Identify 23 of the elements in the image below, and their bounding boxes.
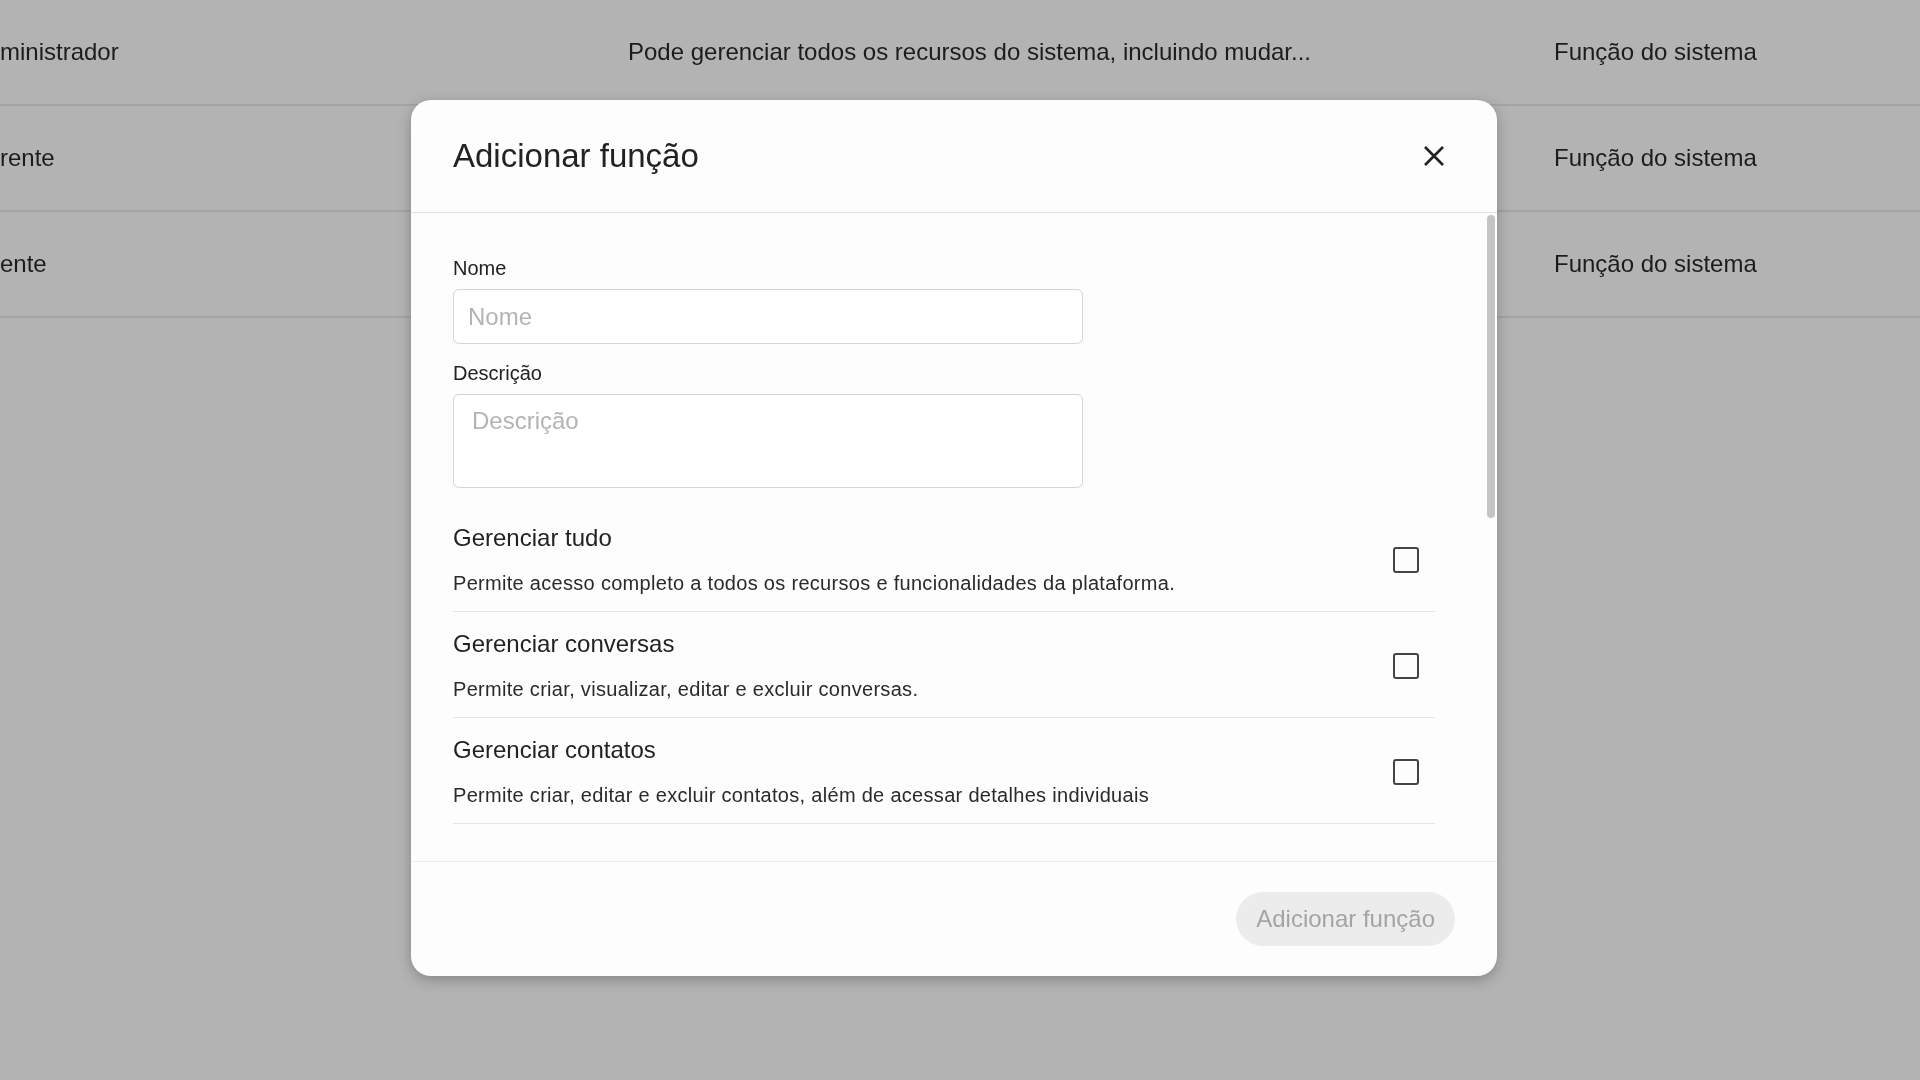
table-cell: ministrador [0,38,119,65]
permission-title: Gerenciar contatos [453,736,656,764]
name-field[interactable]: Nome [453,289,1083,344]
field-label: Nome [453,257,507,280]
field-label: Descrição [453,362,542,385]
close-icon[interactable] [1423,145,1445,167]
table-cell: ente [0,250,47,277]
table-cell: Função do sistema [1554,250,1757,277]
description-field[interactable]: Descrição [453,394,1083,488]
permission-title: Gerenciar conversas [453,630,675,658]
permission-description: Permite criar, editar e excluir contatos, além de acessar detalhes individuais [453,784,1149,807]
scrollbar[interactable] [1487,215,1495,518]
table-cell: rente [0,144,55,171]
table-cell: Função do sistema [1554,144,1757,171]
table-cell: Função do sistema [1554,38,1757,65]
table-cell: Pode gerenciar todos os recursos do sistema, incluindo mudar... [628,38,1312,65]
dialog-title: Adicionar função [453,137,699,175]
checkbox[interactable] [1393,758,1419,785]
permission-description: Permite acesso completo a todos os recursos e funcionalidades da plataforma. [453,572,1176,595]
checkbox[interactable] [1393,652,1419,679]
permission-title: Gerenciar tudo [453,524,612,552]
checkbox[interactable] [1393,546,1419,573]
permission-description: Permite criar, visualizar, editar e excluir conversas. [453,678,919,701]
